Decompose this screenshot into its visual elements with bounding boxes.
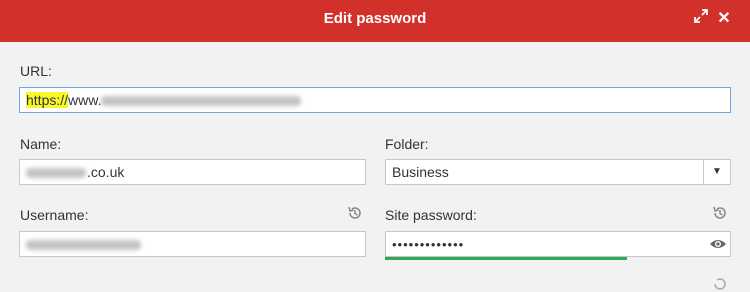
site-password-label: Site password: xyxy=(385,207,477,223)
name-text: .co.uk xyxy=(87,164,125,180)
caret-down-icon[interactable]: ▼ xyxy=(703,160,730,184)
username-history-icon[interactable] xyxy=(347,205,363,221)
url-highlight-text: https:// xyxy=(26,92,69,108)
name-label: Name: xyxy=(20,136,62,152)
folder-label: Folder: xyxy=(385,136,429,152)
eye-icon[interactable] xyxy=(709,235,727,253)
partial-history-icon xyxy=(714,278,726,290)
close-icon[interactable]: ✕ xyxy=(713,8,735,30)
folder-select[interactable]: Business ▼ xyxy=(385,159,731,185)
password-history-icon[interactable] xyxy=(712,205,728,221)
site-password-input[interactable]: ••••••••••••• xyxy=(385,231,731,257)
username-input[interactable] xyxy=(19,231,366,257)
username-redacted xyxy=(26,240,141,251)
expand-icon[interactable] xyxy=(690,8,712,30)
username-label: Username: xyxy=(20,207,89,223)
name-input[interactable]: .co.uk xyxy=(19,159,366,185)
url-input[interactable]: https://www. xyxy=(19,87,731,113)
title-bar: Edit password ✕ xyxy=(0,0,750,42)
dialog-title: Edit password xyxy=(323,10,427,27)
folder-selected: Business xyxy=(392,164,449,180)
url-label: URL: xyxy=(20,63,52,79)
password-strength-bar xyxy=(385,257,627,260)
url-text: www. xyxy=(68,92,102,108)
password-masked-value: ••••••••••••• xyxy=(392,237,465,252)
url-redacted xyxy=(101,96,302,107)
name-redacted xyxy=(26,168,86,179)
